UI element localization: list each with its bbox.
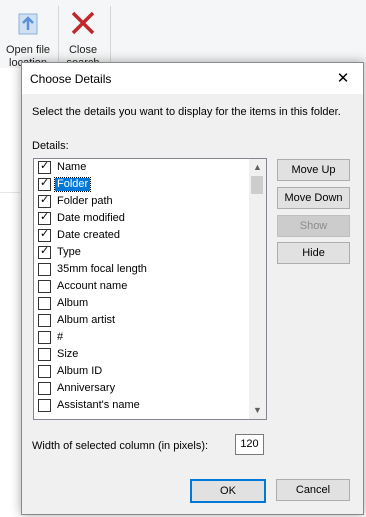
details-item-label: Date created [57,229,120,241]
details-list-item[interactable]: 35mm focal length [34,261,249,278]
cancel-button[interactable]: Cancel [276,479,350,501]
checkbox[interactable]: ✓ [38,177,51,191]
checkmark-icon: ✓ [40,245,50,257]
instruction-text: Select the details you want to display f… [32,106,341,118]
checkbox[interactable]: ✓ [38,228,51,242]
open-file-location-button[interactable]: Open file location [0,0,56,69]
details-list-item[interactable]: Album artist [34,312,249,329]
checkbox[interactable] [38,348,51,361]
details-list-item[interactable]: ✓ Folder path [34,193,249,210]
ok-button[interactable]: OK [190,479,266,503]
details-item-label: 35mm focal length [57,263,147,275]
details-list-item[interactable]: ✓ Date modified [34,210,249,227]
background-divider [0,192,20,193]
checkbox[interactable] [38,365,51,378]
open-folder-icon [17,10,39,40]
move-down-button[interactable]: Move Down [277,187,350,209]
checkmark-icon: ✓ [40,211,50,223]
details-item-label: Size [57,348,79,360]
show-button[interactable]: Show [277,215,350,237]
details-list-item[interactable]: ✓ Name [34,159,249,176]
details-item-label: Folder path [57,195,113,207]
details-list-item[interactable]: ✓ Date created [34,227,249,244]
checkmark-icon: ✓ [40,228,50,240]
ribbon-divider [110,6,111,64]
column-width-input[interactable]: 120 [235,434,264,455]
details-list-item[interactable]: Size [34,346,249,363]
checkbox[interactable] [38,382,51,395]
details-list-item[interactable]: Anniversary [34,380,249,397]
details-item-label: Type [57,246,81,258]
details-list-item[interactable]: Assistant's name [34,397,249,414]
details-item-label: # [57,331,64,343]
checkmark-icon: ✓ [40,160,50,172]
checkbox[interactable] [38,297,51,310]
checkbox[interactable] [38,331,51,344]
vertical-scrollbar[interactable]: ▲ ▼ [249,159,266,419]
checkbox[interactable]: ✓ [38,245,51,259]
close-icon[interactable]: ✕ [323,63,363,94]
checkbox[interactable]: ✓ [38,194,51,208]
scroll-up-icon[interactable]: ▲ [249,159,266,176]
details-list-item[interactable]: # [34,329,249,346]
checkbox[interactable] [38,399,51,412]
dialog-title: Choose Details [30,72,112,86]
details-item-label: Album [57,297,89,309]
details-item-label: Folder [53,177,92,192]
checkbox[interactable] [38,280,51,293]
checkbox[interactable]: ✓ [38,211,51,225]
details-listbox[interactable]: ✓ Name ✓ Folder ✓ Folder path ✓ Date modified ✓ D… [33,158,267,420]
open-location-label-1: Open file [5,44,51,56]
details-item-label: Anniversary [57,382,116,394]
details-list-item[interactable]: ✓ Type [34,244,249,261]
scrollbar-thumb[interactable] [251,176,263,194]
checkmark-icon: ✓ [40,194,50,206]
move-up-button[interactable]: Move Up [277,159,350,181]
details-list-item[interactable]: ✓ Folder [34,176,249,193]
details-item-label: Album artist [57,314,116,326]
details-item-label: Album ID [57,365,103,377]
details-list-item[interactable]: Album ID [34,363,249,380]
details-item-label: Date modified [57,212,125,224]
details-item-label: Account name [57,280,128,292]
dialog-titlebar: Choose Details ✕ [22,63,363,94]
details-item-label: Name [57,161,87,173]
checkmark-icon: ✓ [40,177,50,189]
details-label: Details: [32,140,69,152]
details-list: ✓ Name ✓ Folder ✓ Folder path ✓ Date modified ✓ D… [34,159,249,414]
details-list-item[interactable]: Account name [34,278,249,295]
hide-button[interactable]: Hide [277,242,350,264]
details-item-label: Assistant's name [57,399,140,411]
close-search-label-1: Close [68,44,98,56]
checkbox[interactable]: ✓ [38,160,51,174]
checkbox[interactable] [38,314,51,327]
ribbon: Open file location Close search [0,0,366,69]
column-width-label: Width of selected column (in pixels): [32,440,209,452]
close-search-icon [70,10,96,40]
choose-details-dialog: Choose Details ✕ Select the details you … [21,62,364,515]
checkbox[interactable] [38,263,51,276]
details-list-item[interactable]: Album [34,295,249,312]
scroll-down-icon[interactable]: ▼ [249,402,266,419]
close-search-button[interactable]: Close search [60,0,106,69]
ribbon-divider [58,6,59,64]
